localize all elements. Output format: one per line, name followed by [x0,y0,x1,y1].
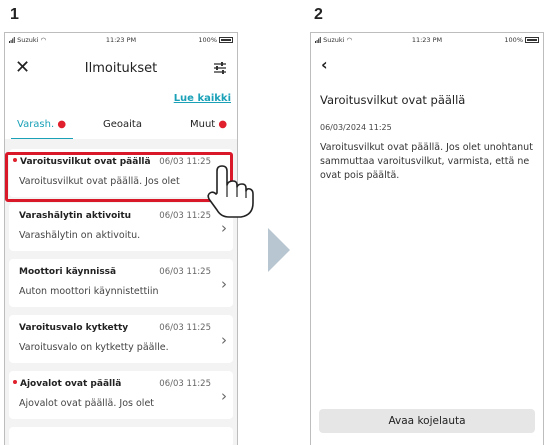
unread-dot: ● [54,119,67,130]
chevron-right-icon: › [221,387,227,405]
battery-label: 100% [504,36,523,44]
notification-detail-body: Varoitusvilkut ovat päällä. Jos olet uno… [320,142,533,181]
notification-item[interactable] [9,427,233,445]
tab-varash[interactable]: Varash. ● [17,119,66,130]
filter-sliders-icon[interactable] [213,61,227,75]
phone-screen-notifications: Suzuki ◠ 11:23 PM 100% ✕ Ilmoitukset Lue… [4,32,238,445]
status-bar: Suzuki ◠ 11:23 PM 100% [311,33,543,45]
open-dashboard-button[interactable]: Avaa kojelauta [319,409,535,433]
mark-all-read-link[interactable]: Lue kaikki [174,93,231,104]
back-chevron-icon[interactable]: ‹ [321,55,328,74]
tap-highlight-frame [5,152,233,202]
step-number-2: 2 [314,6,323,23]
notification-body: Auton moottori käynnistettiin [19,286,159,297]
notification-title: Varoitusvalo kytketty [19,323,129,333]
battery-icon [525,37,539,43]
notification-body: Ajovalot ovat päällä. Jos olet [19,398,155,409]
notification-body: Varashälytin on aktivoitu. [19,230,141,241]
chevron-right-icon: › [221,275,227,293]
status-bar: Suzuki ◠ 11:23 PM 100% [5,33,237,45]
notification-item[interactable]: Ajovalot ovat päällä 06/03 11:25 Ajovalo… [9,371,233,419]
notification-title: Ajovalot ovat päällä [20,379,122,389]
notification-item[interactable]: Moottori käynnissä 06/03 11:25 Auton moo… [9,259,233,307]
notification-detail-date: 06/03/2024 11:25 [320,123,392,132]
next-step-arrow-icon [268,228,290,272]
header: ✕ Ilmoitukset [5,55,237,83]
chevron-right-icon: › [221,219,227,237]
battery-icon [219,37,233,43]
tab-bar: Varash. ● Geoaita Muut ● [5,115,237,140]
tab-muut[interactable]: Muut ● [190,119,227,130]
unread-dot: ● [215,119,228,130]
tap-hand-icon [207,165,254,218]
phone-screen-notification-detail: Suzuki ◠ 11:23 PM 100% ‹ Varoitusvilkut … [310,32,544,445]
notification-item[interactable]: Varoitusvalo kytketty 06/03 11:25 Varoit… [9,315,233,363]
notification-date: 06/03 11:25 [159,323,211,333]
notification-item[interactable]: Varashälytin aktivoitu 06/03 11:25 Varas… [9,203,233,251]
notification-title: Varashälytin aktivoitu [19,211,132,221]
notification-date: 06/03 11:25 [159,267,211,277]
notification-detail-title: Varoitusvilkut ovat päällä [320,93,466,107]
notification-title: Moottori käynnissä [19,267,117,277]
tab-geoaita[interactable]: Geoaita [103,119,142,130]
notification-date: 06/03 11:25 [159,379,211,389]
unread-dot [13,380,17,384]
page-title: Ilmoitukset [84,61,158,76]
step-number-1: 1 [10,6,19,23]
notification-body: Varoitusvalo on kytketty päälle. [19,342,169,353]
battery-label: 100% [198,36,217,44]
chevron-right-icon: › [221,331,227,349]
